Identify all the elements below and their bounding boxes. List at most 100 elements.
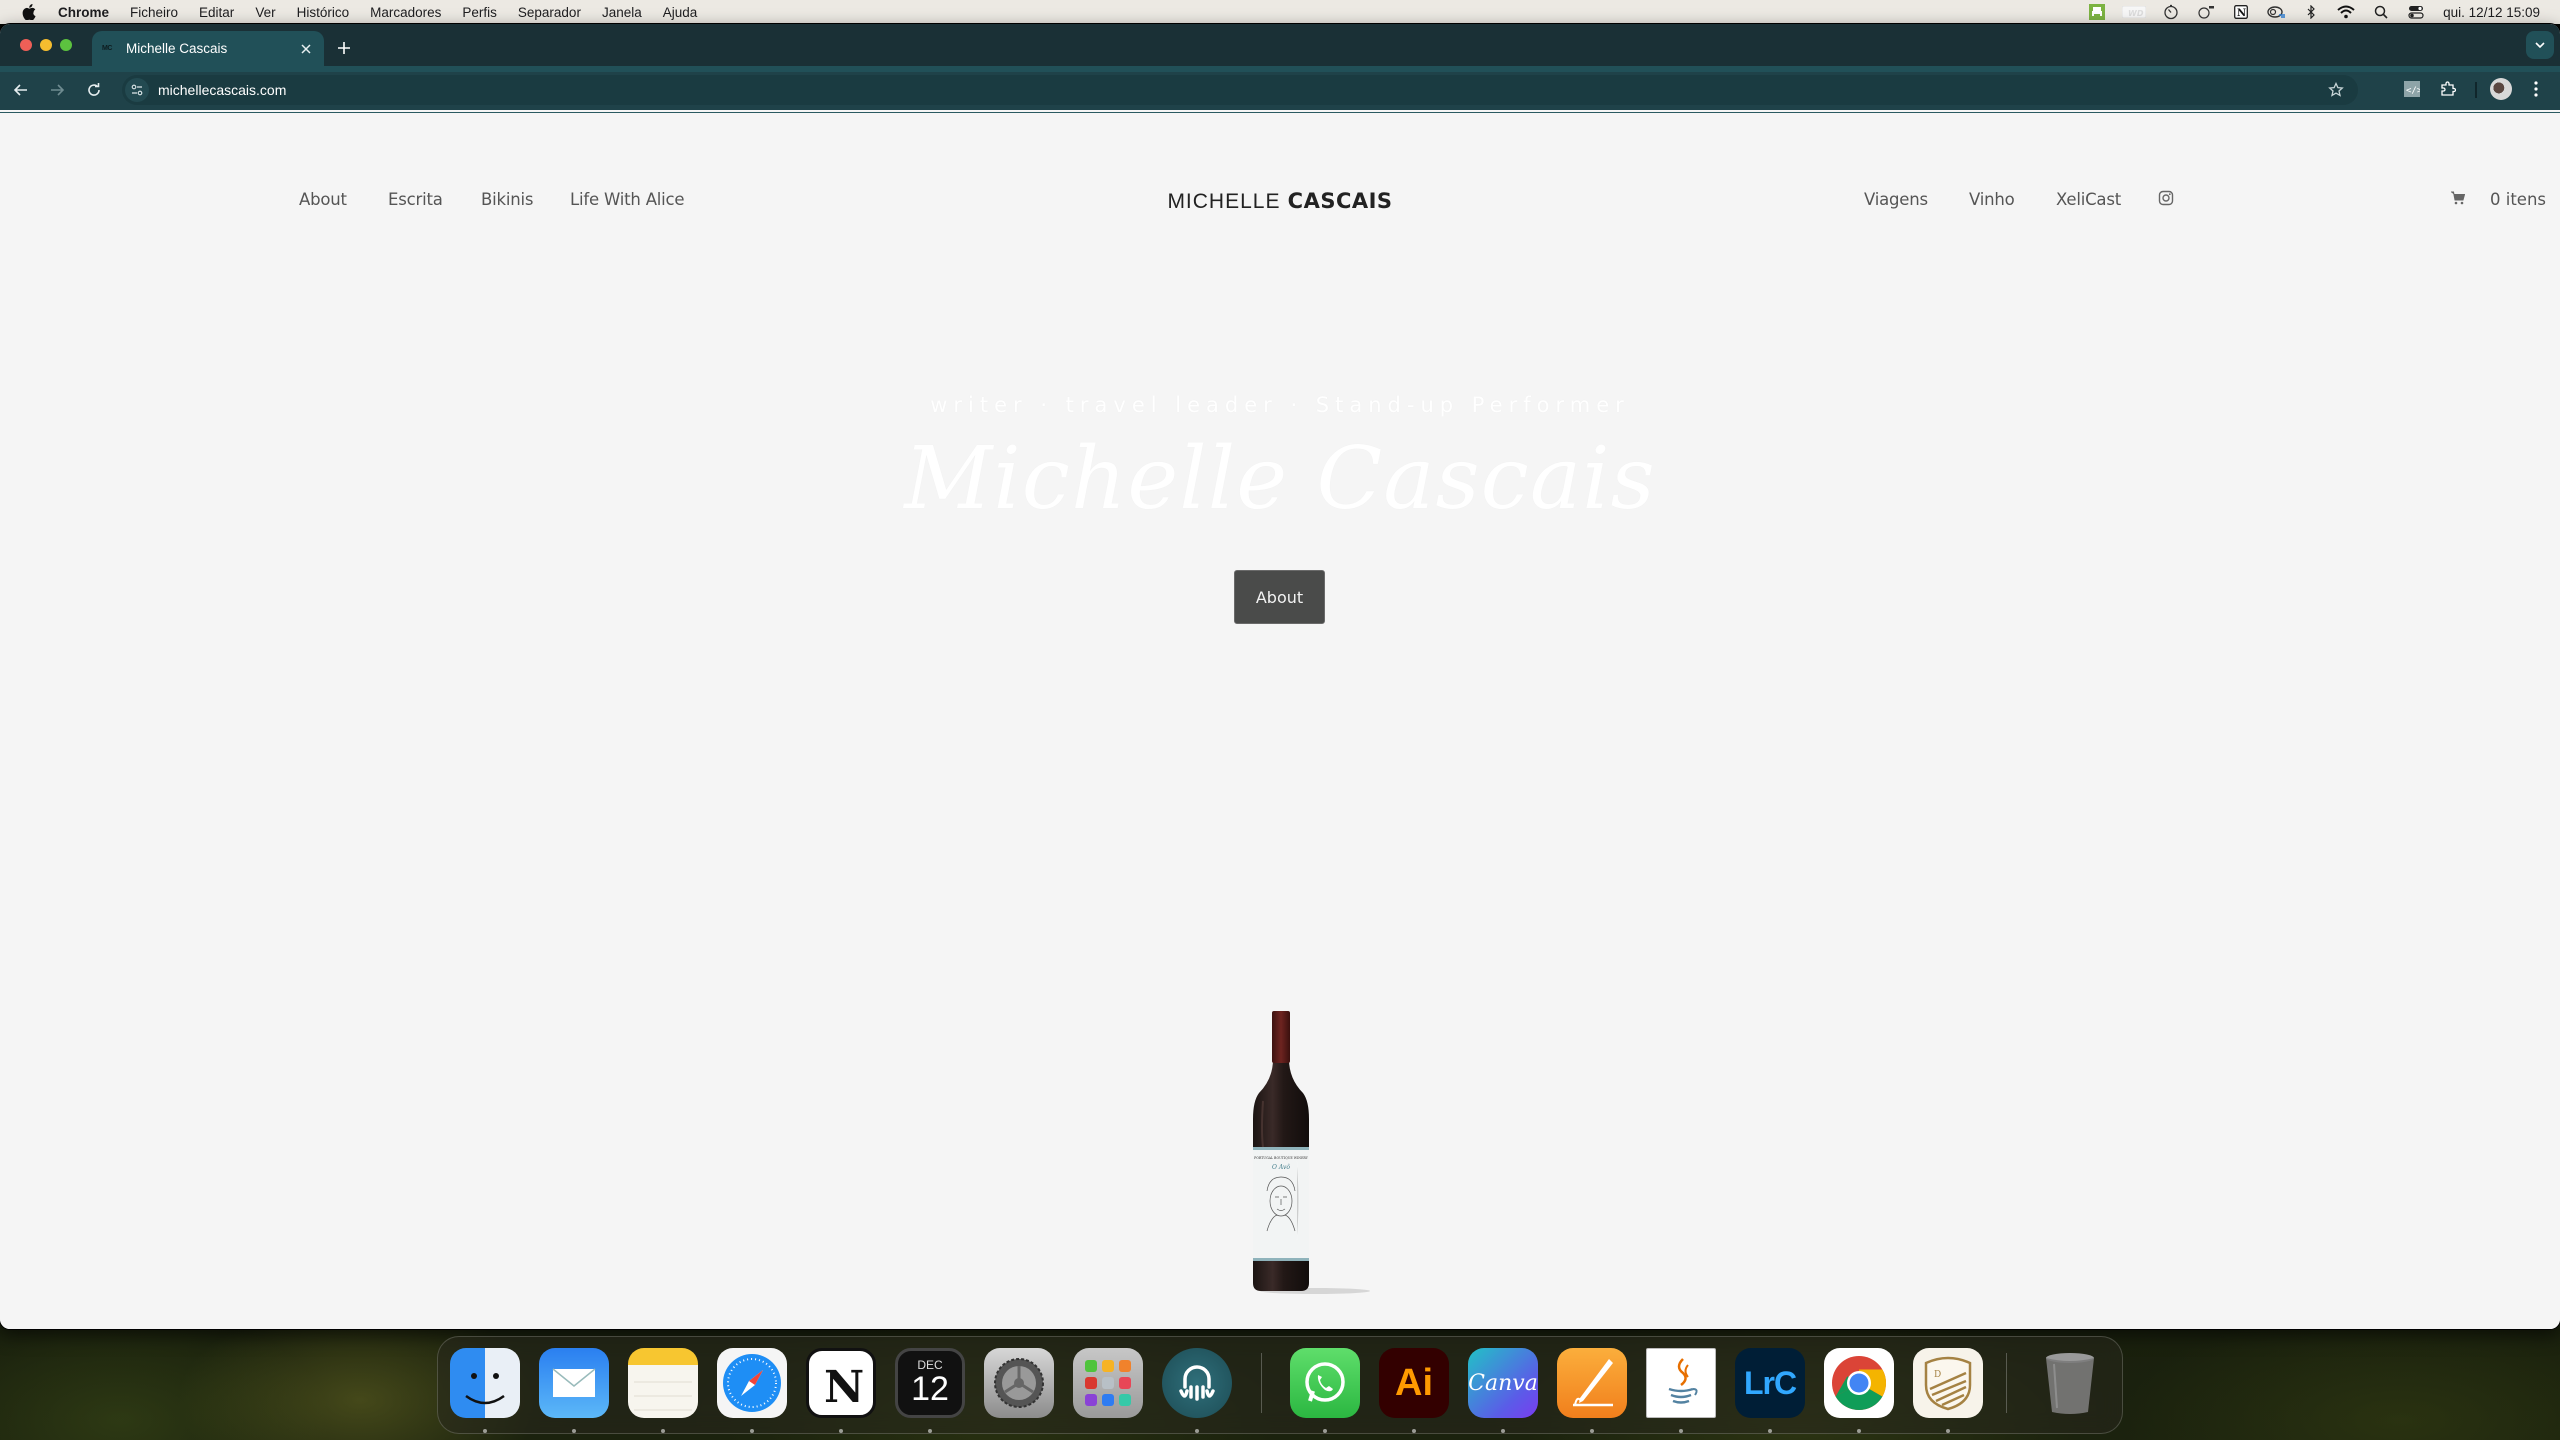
url-text[interactable]: michellecascais.com xyxy=(158,82,286,98)
menu-bar-clock[interactable]: qui. 12/12 15:09 xyxy=(2443,5,2540,20)
running-indicator xyxy=(1501,1429,1505,1433)
running-indicator xyxy=(483,1429,487,1433)
page-viewport: About Escrita Bikinis Life With Alice MI… xyxy=(0,112,2560,1329)
wifi-icon[interactable] xyxy=(2335,3,2357,21)
menu-perfis[interactable]: Perfis xyxy=(462,5,497,20)
new-tab-button[interactable] xyxy=(334,38,354,58)
running-indicator xyxy=(1590,1429,1594,1433)
close-tab-icon[interactable] xyxy=(296,39,316,59)
menu-app-name[interactable]: Chrome xyxy=(58,5,109,20)
notes-icon xyxy=(634,1381,692,1411)
dock-java[interactable] xyxy=(1646,1348,1716,1418)
menu-ajuda[interactable]: Ajuda xyxy=(663,5,698,20)
site-info-icon[interactable] xyxy=(125,78,149,102)
running-indicator xyxy=(1323,1429,1327,1433)
notion-app-icon: N xyxy=(824,1362,864,1408)
dock-trash[interactable] xyxy=(2035,1348,2105,1418)
dock-illustrator[interactable]: Ai xyxy=(1379,1348,1449,1418)
dock-shield-app[interactable]: D xyxy=(1913,1348,1983,1418)
forward-button[interactable] xyxy=(45,78,69,102)
wd-drive-icon[interactable]: WD xyxy=(2121,3,2147,21)
nav-vinho[interactable]: Vinho xyxy=(1969,190,2015,209)
hero-title: Michelle Cascais xyxy=(904,429,1656,529)
svg-text:</>: </> xyxy=(2406,86,2420,96)
cart-icon[interactable] xyxy=(2451,191,2467,207)
apple-menu-icon[interactable] xyxy=(20,3,38,21)
finder-icon xyxy=(465,1373,505,1405)
notion-icon[interactable]: N xyxy=(2230,3,2252,21)
chrome-menu-icon[interactable] xyxy=(2526,78,2546,100)
mail-icon xyxy=(552,1368,596,1397)
svg-text:WD: WD xyxy=(2128,9,2144,18)
menu-editar[interactable]: Editar xyxy=(199,5,234,20)
dock-lightroom-classic[interactable]: LrC xyxy=(1735,1348,1805,1418)
tab-michelle-cascais[interactable]: MC Michelle Cascais xyxy=(92,31,324,66)
running-indicator xyxy=(1412,1429,1416,1433)
extensions-puzzle-icon[interactable] xyxy=(2436,77,2460,101)
menu-separador[interactable]: Separador xyxy=(518,5,581,20)
dock-mail[interactable] xyxy=(539,1348,609,1418)
timer-icon[interactable] xyxy=(2160,3,2182,21)
menu-ficheiro[interactable]: Ficheiro xyxy=(130,5,178,20)
profile-avatar[interactable] xyxy=(2490,78,2512,100)
bluetooth-icon[interactable] xyxy=(2300,3,2322,21)
menu-janela[interactable]: Janela xyxy=(602,5,642,20)
menu-marcadores[interactable]: Marcadores xyxy=(370,5,441,20)
tab-title: Michelle Cascais xyxy=(126,41,228,56)
nav-xelicast[interactable]: XeliCast xyxy=(2056,190,2121,209)
illustrator-icon: Ai xyxy=(1395,1361,1433,1404)
dock-google-chrome[interactable] xyxy=(1824,1348,1894,1418)
wine-bottle-image[interactable]: PORTUGAL BOUTIQUE WINERY O Avô xyxy=(1225,1001,1375,1301)
dock-whatsapp[interactable] xyxy=(1290,1348,1360,1418)
cart-item-count[interactable]: 0 itens xyxy=(2490,190,2546,209)
running-indicator xyxy=(661,1429,665,1433)
svg-text:N: N xyxy=(2237,8,2246,19)
back-button[interactable] xyxy=(9,78,33,102)
printer-app-icon[interactable] xyxy=(2086,3,2108,21)
hero-tagline: writer · travel leader · Stand-up Perfor… xyxy=(930,393,1630,417)
dock-system-settings[interactable] xyxy=(984,1348,1054,1418)
site-logo[interactable]: MICHELLE CASCAIS xyxy=(0,189,2560,214)
minimize-window-button[interactable] xyxy=(40,39,52,51)
zoom-window-button[interactable] xyxy=(60,39,72,51)
browser-toolbar: michellecascais.com </> xyxy=(0,66,2560,110)
dock-canva[interactable]: Canva xyxy=(1468,1348,1538,1418)
spotlight-search-icon[interactable] xyxy=(2370,3,2392,21)
dock-separator xyxy=(2006,1353,2007,1413)
launchpad-grid-icon xyxy=(1085,1360,1131,1406)
dock-calendar[interactable]: DEC 12 xyxy=(895,1348,965,1418)
running-indicator xyxy=(839,1429,843,1433)
wine-label-winery: PORTUGAL BOUTIQUE WINERY xyxy=(1254,1156,1309,1160)
dock-notes[interactable] xyxy=(628,1348,698,1418)
address-bar[interactable]: michellecascais.com xyxy=(122,75,2358,105)
running-indicator xyxy=(928,1429,932,1433)
tab-strip: MC Michelle Cascais xyxy=(0,24,2560,66)
creative-cloud-icon[interactable] xyxy=(2265,3,2287,21)
shield-icon: D xyxy=(1924,1356,1972,1411)
instagram-icon[interactable] xyxy=(2158,190,2176,208)
hero-about-button[interactable]: About xyxy=(1234,570,1325,624)
dock-pages[interactable] xyxy=(1557,1348,1627,1418)
nav-viagens[interactable]: Viagens xyxy=(1864,190,1928,209)
menu-historico[interactable]: Histórico xyxy=(297,5,350,20)
macos-dock: N DEC 12 Ai Canva LrC D xyxy=(437,1336,2123,1434)
tab-search-button[interactable] xyxy=(2526,31,2554,59)
bookmark-star-icon[interactable] xyxy=(2326,80,2346,100)
close-window-button[interactable] xyxy=(20,39,32,51)
site-favicon-icon: MC xyxy=(102,45,112,52)
dock-octopus-app[interactable] xyxy=(1162,1348,1232,1418)
logo-last-name: CASCAIS xyxy=(1287,189,1393,213)
camo-icon[interactable] xyxy=(2195,3,2217,21)
dock-notion[interactable]: N xyxy=(806,1348,876,1418)
dock-finder[interactable] xyxy=(450,1348,520,1418)
dock-safari[interactable] xyxy=(717,1348,787,1418)
chrome-icon xyxy=(1832,1356,1887,1411)
gear-icon xyxy=(994,1358,1044,1408)
dock-launchpad[interactable] xyxy=(1073,1348,1143,1418)
reload-button[interactable] xyxy=(82,78,106,102)
running-indicator xyxy=(1768,1429,1772,1433)
control-center-icon[interactable] xyxy=(2405,3,2427,21)
menu-ver[interactable]: Ver xyxy=(255,5,275,20)
dock-separator xyxy=(1261,1353,1262,1413)
dev-extension-icon[interactable]: </> xyxy=(2400,77,2424,101)
